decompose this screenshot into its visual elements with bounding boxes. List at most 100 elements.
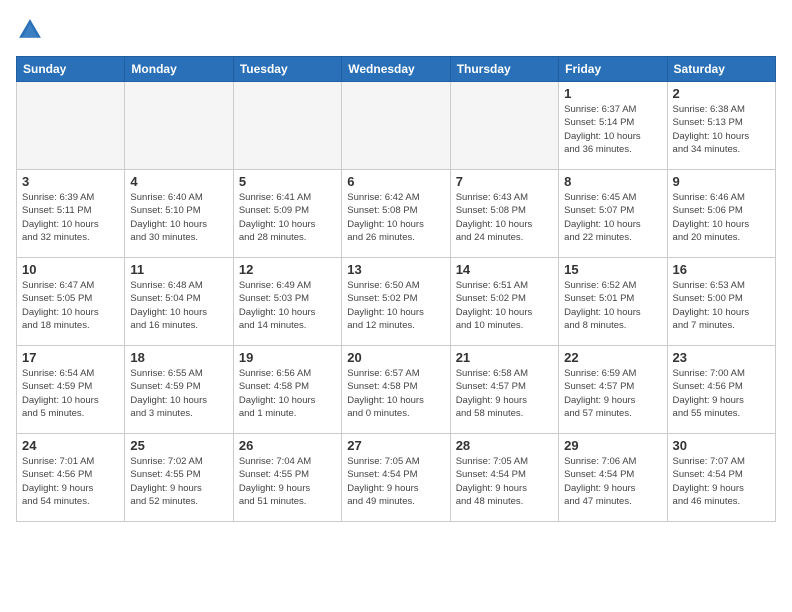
day-cell: 28 Sunrise: 7:05 AM Sunset: 4:54 PM Dayli…	[450, 434, 558, 522]
day-cell: 19 Sunrise: 6:56 AM Sunset: 4:58 PM Dayli…	[233, 346, 341, 434]
day-cell: 6Sunrise: 6:42 AM Sunset: 5:08 PM Daylig…	[342, 170, 450, 258]
day-info: Sunrise: 7:00 AM Sunset: 4:56 PM Dayligh…	[673, 367, 770, 420]
week-row-2: 3 Sunrise: 6:39 AM Sunset: 5:11 PM Daylig…	[17, 170, 776, 258]
day-cell: 23 Sunrise: 7:00 AM Sunset: 4:56 PM Dayli…	[667, 346, 775, 434]
day-number: 4	[130, 174, 227, 189]
day-info: Sunrise: 6:57 AM Sunset: 4:58 PM Dayligh…	[347, 367, 444, 420]
day-info: Sunrise: 7:05 AM Sunset: 4:54 PM Dayligh…	[456, 455, 553, 508]
day-number: 1	[564, 86, 661, 101]
day-cell: 14 Sunrise: 6:51 AM Sunset: 5:02 PM Dayli…	[450, 258, 558, 346]
day-info: Sunrise: 7:04 AM Sunset: 4:55 PM Dayligh…	[239, 455, 336, 508]
day-info: Sunrise: 6:58 AM Sunset: 4:57 PM Dayligh…	[456, 367, 553, 420]
day-cell: 25 Sunrise: 7:02 AM Sunset: 4:55 PM Dayli…	[125, 434, 233, 522]
day-cell: 30 Sunrise: 7:07 AM Sunset: 4:54 PM Dayli…	[667, 434, 775, 522]
day-info: Sunrise: 7:01 AM Sunset: 4:56 PM Dayligh…	[22, 455, 119, 508]
day-info: Sunrise: 6:40 AM Sunset: 5:10 PM Dayligh…	[130, 191, 227, 244]
day-info: Sunrise: 6:54 AM Sunset: 4:59 PM Dayligh…	[22, 367, 119, 420]
day-info: Sunrise: 6:46 AM Sunset: 5:06 PM Dayligh…	[673, 191, 770, 244]
day-info: Sunrise: 6:52 AM Sunset: 5:01 PM Dayligh…	[564, 279, 661, 332]
day-cell: 29Sunrise: 7:06 AM Sunset: 4:54 PM Dayli…	[559, 434, 667, 522]
day-number: 21	[456, 350, 553, 365]
day-cell: 1 Sunrise: 6:37 AM Sunset: 5:14 PM Daylig…	[559, 82, 667, 170]
day-number: 17	[22, 350, 119, 365]
day-number: 23	[673, 350, 770, 365]
weekday-header-tuesday: Tuesday	[233, 57, 341, 82]
day-number: 6	[347, 174, 444, 189]
day-number: 9	[673, 174, 770, 189]
day-number: 3	[22, 174, 119, 189]
weekday-header-friday: Friday	[559, 57, 667, 82]
day-info: Sunrise: 7:06 AM Sunset: 4:54 PM Dayligh…	[564, 455, 661, 508]
day-info: Sunrise: 6:48 AM Sunset: 5:04 PM Dayligh…	[130, 279, 227, 332]
weekday-header-thursday: Thursday	[450, 57, 558, 82]
day-cell: 17 Sunrise: 6:54 AM Sunset: 4:59 PM Dayli…	[17, 346, 125, 434]
day-number: 19	[239, 350, 336, 365]
day-cell: 21 Sunrise: 6:58 AM Sunset: 4:57 PM Dayli…	[450, 346, 558, 434]
day-number: 16	[673, 262, 770, 277]
week-row-1: 1 Sunrise: 6:37 AM Sunset: 5:14 PM Daylig…	[17, 82, 776, 170]
day-cell: 7Sunrise: 6:43 AM Sunset: 5:08 PM Daylig…	[450, 170, 558, 258]
day-cell: 20 Sunrise: 6:57 AM Sunset: 4:58 PM Dayli…	[342, 346, 450, 434]
day-info: Sunrise: 6:49 AM Sunset: 5:03 PM Dayligh…	[239, 279, 336, 332]
day-cell: 22 Sunrise: 6:59 AM Sunset: 4:57 PM Dayli…	[559, 346, 667, 434]
day-cell: 2Sunrise: 6:38 AM Sunset: 5:13 PM Daylig…	[667, 82, 775, 170]
day-number: 28	[456, 438, 553, 453]
day-number: 27	[347, 438, 444, 453]
day-info: Sunrise: 6:51 AM Sunset: 5:02 PM Dayligh…	[456, 279, 553, 332]
day-cell	[233, 82, 341, 170]
header	[16, 16, 776, 44]
day-cell: 15 Sunrise: 6:52 AM Sunset: 5:01 PM Dayli…	[559, 258, 667, 346]
day-number: 26	[239, 438, 336, 453]
weekday-header-sunday: Sunday	[17, 57, 125, 82]
day-cell	[342, 82, 450, 170]
week-row-4: 17 Sunrise: 6:54 AM Sunset: 4:59 PM Dayli…	[17, 346, 776, 434]
day-cell: 18 Sunrise: 6:55 AM Sunset: 4:59 PM Dayli…	[125, 346, 233, 434]
day-number: 20	[347, 350, 444, 365]
day-cell: 27Sunrise: 7:05 AM Sunset: 4:54 PM Dayli…	[342, 434, 450, 522]
week-row-5: 24 Sunrise: 7:01 AM Sunset: 4:56 PM Dayli…	[17, 434, 776, 522]
day-number: 14	[456, 262, 553, 277]
day-cell: 16 Sunrise: 6:53 AM Sunset: 5:00 PM Dayli…	[667, 258, 775, 346]
day-number: 30	[673, 438, 770, 453]
day-cell	[125, 82, 233, 170]
day-info: Sunrise: 6:56 AM Sunset: 4:58 PM Dayligh…	[239, 367, 336, 420]
day-cell: 12Sunrise: 6:49 AM Sunset: 5:03 PM Dayli…	[233, 258, 341, 346]
day-cell	[450, 82, 558, 170]
day-info: Sunrise: 6:41 AM Sunset: 5:09 PM Dayligh…	[239, 191, 336, 244]
day-number: 15	[564, 262, 661, 277]
day-cell: 5 Sunrise: 6:41 AM Sunset: 5:09 PM Daylig…	[233, 170, 341, 258]
day-info: Sunrise: 6:45 AM Sunset: 5:07 PM Dayligh…	[564, 191, 661, 244]
day-number: 22	[564, 350, 661, 365]
day-cell: 11 Sunrise: 6:48 AM Sunset: 5:04 PM Dayli…	[125, 258, 233, 346]
day-number: 24	[22, 438, 119, 453]
day-info: Sunrise: 6:53 AM Sunset: 5:00 PM Dayligh…	[673, 279, 770, 332]
calendar: SundayMondayTuesdayWednesdayThursdayFrid…	[16, 56, 776, 522]
day-info: Sunrise: 6:43 AM Sunset: 5:08 PM Dayligh…	[456, 191, 553, 244]
day-cell: 3 Sunrise: 6:39 AM Sunset: 5:11 PM Daylig…	[17, 170, 125, 258]
day-info: Sunrise: 6:55 AM Sunset: 4:59 PM Dayligh…	[130, 367, 227, 420]
page: SundayMondayTuesdayWednesdayThursdayFrid…	[0, 0, 792, 532]
day-number: 18	[130, 350, 227, 365]
day-number: 25	[130, 438, 227, 453]
weekday-header-monday: Monday	[125, 57, 233, 82]
day-number: 11	[130, 262, 227, 277]
day-number: 10	[22, 262, 119, 277]
day-cell: 13Sunrise: 6:50 AM Sunset: 5:02 PM Dayli…	[342, 258, 450, 346]
day-info: Sunrise: 6:50 AM Sunset: 5:02 PM Dayligh…	[347, 279, 444, 332]
day-info: Sunrise: 7:02 AM Sunset: 4:55 PM Dayligh…	[130, 455, 227, 508]
day-info: Sunrise: 6:59 AM Sunset: 4:57 PM Dayligh…	[564, 367, 661, 420]
day-info: Sunrise: 6:39 AM Sunset: 5:11 PM Dayligh…	[22, 191, 119, 244]
weekday-header-saturday: Saturday	[667, 57, 775, 82]
day-cell: 8 Sunrise: 6:45 AM Sunset: 5:07 PM Daylig…	[559, 170, 667, 258]
day-number: 5	[239, 174, 336, 189]
day-cell: 4 Sunrise: 6:40 AM Sunset: 5:10 PM Daylig…	[125, 170, 233, 258]
week-row-3: 10 Sunrise: 6:47 AM Sunset: 5:05 PM Dayli…	[17, 258, 776, 346]
logo	[16, 16, 48, 44]
day-info: Sunrise: 7:07 AM Sunset: 4:54 PM Dayligh…	[673, 455, 770, 508]
day-cell: 24 Sunrise: 7:01 AM Sunset: 4:56 PM Dayli…	[17, 434, 125, 522]
day-number: 8	[564, 174, 661, 189]
day-info: Sunrise: 6:47 AM Sunset: 5:05 PM Dayligh…	[22, 279, 119, 332]
day-info: Sunrise: 6:37 AM Sunset: 5:14 PM Dayligh…	[564, 103, 661, 156]
day-cell: 9 Sunrise: 6:46 AM Sunset: 5:06 PM Daylig…	[667, 170, 775, 258]
day-number: 2	[673, 86, 770, 101]
